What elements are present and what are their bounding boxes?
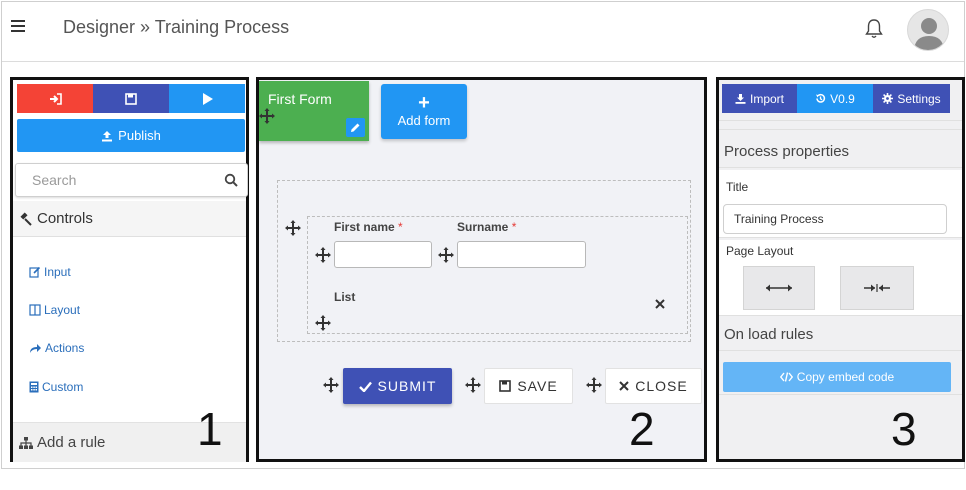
floppy-disk-icon (125, 92, 137, 105)
exit-button[interactable] (17, 84, 93, 113)
copy-embed-label: Copy embed code (796, 370, 895, 384)
hamburger-icon[interactable] (11, 20, 25, 36)
control-layout[interactable]: Layout (29, 303, 80, 317)
close-label: CLOSE (635, 378, 688, 394)
save-button[interactable]: SAVE (484, 368, 573, 404)
check-icon (358, 381, 372, 392)
sitemap-icon (19, 436, 33, 449)
process-properties-header[interactable]: Process properties (719, 135, 962, 168)
on-load-rules-label: On load rules (724, 325, 814, 343)
process-properties-label: Process properties (724, 142, 850, 160)
title-label: Title (726, 180, 749, 194)
move-icon[interactable] (285, 220, 301, 236)
add-form-label: Add form (397, 113, 451, 128)
divider (719, 394, 962, 395)
move-icon[interactable] (259, 108, 275, 124)
control-layout-label: Layout (44, 303, 81, 317)
control-input[interactable]: Input (29, 265, 71, 279)
control-actions-label: Actions (45, 341, 85, 355)
right-panel-properties: Import V0.9 Settings Process properties … (716, 77, 965, 462)
version-label: V0.9 (830, 91, 855, 106)
publish-button[interactable]: Publish (17, 119, 245, 152)
panel-number-1: 1 (197, 403, 223, 455)
user-avatar-icon[interactable] (907, 9, 949, 51)
layout-compact-button[interactable] (840, 266, 914, 310)
move-icon[interactable] (315, 247, 331, 263)
panel-number-3: 3 (891, 403, 917, 455)
breadcrumb: Designer » Training Process (63, 17, 290, 37)
submit-label: SUBMIT (377, 378, 437, 394)
history-icon (816, 93, 826, 103)
control-custom[interactable]: Custom (29, 380, 83, 394)
move-icon[interactable] (323, 377, 339, 393)
sign-in-icon (49, 92, 62, 105)
title-field[interactable]: Training Process (723, 204, 947, 234)
controls-label: Controls (37, 210, 93, 227)
submit-button[interactable]: SUBMIT (343, 368, 452, 404)
top-header: Designer » Training Process (2, 2, 964, 62)
move-icon[interactable] (465, 377, 481, 393)
layout-full-width-button[interactable] (743, 266, 815, 310)
move-icon[interactable] (438, 247, 454, 263)
edit-icon (29, 266, 41, 278)
search-box[interactable] (15, 163, 248, 197)
list-label: List (334, 290, 356, 304)
code-icon (779, 372, 793, 382)
close-button[interactable]: CLOSE (605, 368, 702, 404)
play-icon (202, 92, 213, 105)
right-toolbar: Import V0.9 Settings (722, 84, 950, 113)
first-name-field[interactable] (334, 241, 432, 268)
first-name-label: First name * (334, 220, 403, 234)
add-form-button[interactable]: + Add form (381, 84, 467, 139)
settings-label: Settings (897, 91, 941, 106)
settings-button[interactable]: Settings (873, 84, 950, 113)
bell-icon[interactable] (864, 18, 884, 40)
compress-arrows-icon (864, 284, 890, 292)
share-icon (30, 344, 41, 353)
move-icon[interactable] (315, 315, 331, 331)
download-icon (735, 94, 746, 104)
close-icon (619, 381, 629, 391)
control-actions[interactable]: Actions (29, 341, 84, 355)
control-custom-label: Custom (42, 380, 84, 394)
add-rule-label: Add a rule (37, 434, 106, 451)
form-card-first-form[interactable]: First Form (259, 81, 369, 141)
on-load-rules-header[interactable]: On load rules (719, 318, 962, 351)
upload-icon (102, 130, 113, 141)
run-button[interactable] (169, 84, 245, 113)
expand-arrows-icon (766, 284, 792, 292)
save-label: SAVE (517, 378, 558, 394)
divider (719, 120, 962, 130)
import-label: Import (749, 91, 784, 106)
search-icon[interactable] (224, 173, 238, 187)
left-toolbar (17, 84, 245, 113)
remove-icon[interactable] (655, 299, 665, 309)
surname-field[interactable] (457, 241, 586, 268)
controls-header[interactable]: Controls (13, 201, 246, 237)
publish-label: Publish (118, 128, 161, 143)
import-button[interactable]: Import (722, 84, 797, 113)
left-panel-controls: Publish Controls Input Layout Actions Cu… (10, 77, 249, 462)
floppy-disk-icon (499, 380, 512, 392)
edit-form-button[interactable] (346, 118, 365, 137)
page-layout-label: Page Layout (726, 244, 794, 258)
move-icon[interactable] (586, 377, 602, 393)
columns-icon (29, 304, 41, 316)
save-process-button[interactable] (93, 84, 169, 113)
copy-embed-code-button[interactable]: Copy embed code (723, 362, 951, 392)
panel-number-2: 2 (629, 403, 655, 455)
gear-icon (882, 93, 894, 104)
center-panel-canvas: First Form + Add form First name * Surna… (256, 77, 707, 462)
form-card-title: First Form (268, 91, 332, 107)
surname-label: Surname * (457, 220, 517, 234)
gavel-icon (20, 211, 32, 226)
plus-icon: + (418, 92, 430, 114)
title-value: Training Process (734, 212, 824, 226)
pencil-icon (351, 123, 360, 132)
control-input-label: Input (44, 265, 71, 279)
version-button[interactable]: V0.9 (797, 84, 873, 113)
search-input[interactable] (32, 172, 212, 188)
calculator-icon (29, 381, 39, 393)
